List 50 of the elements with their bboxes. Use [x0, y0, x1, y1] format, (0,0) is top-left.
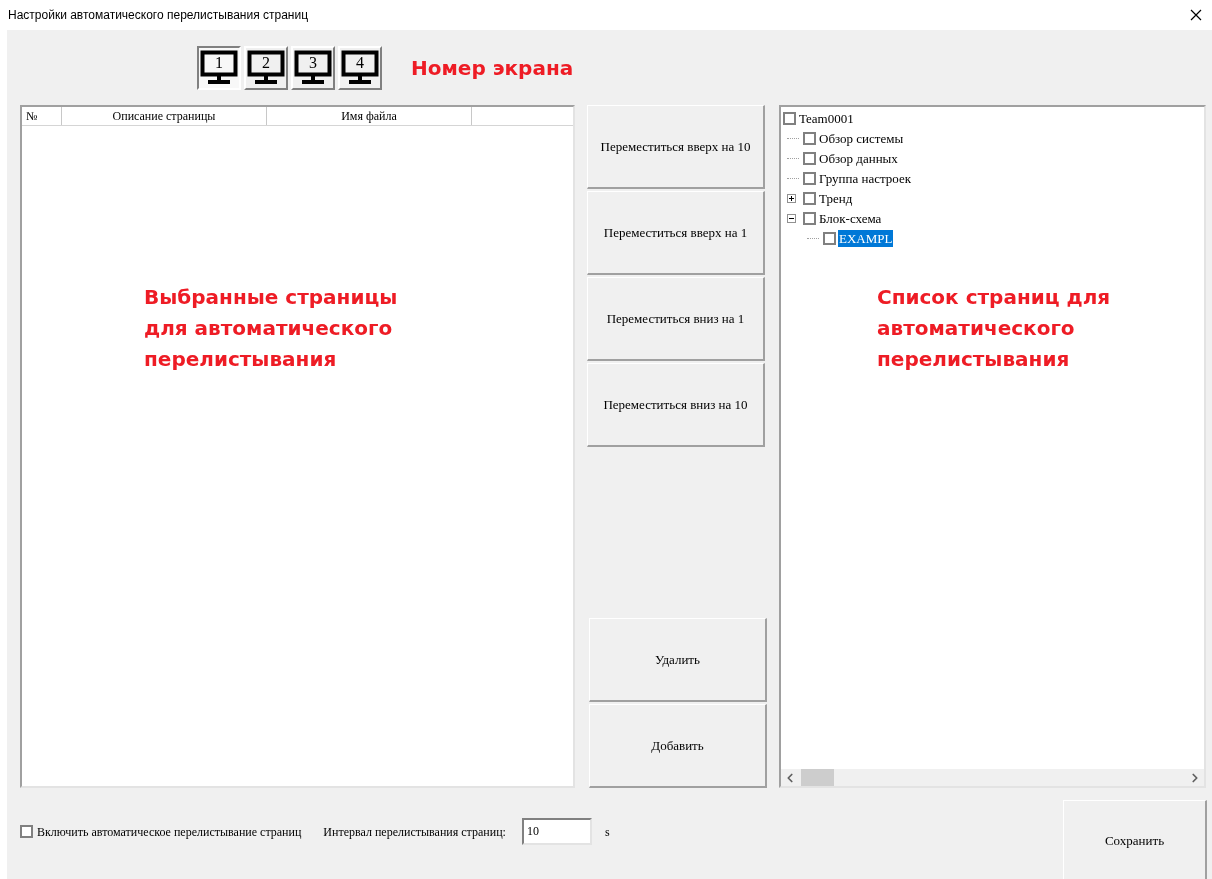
tree-item[interactable]: EXAMPL: [838, 229, 894, 247]
screen-button[interactable]: 4: [338, 45, 382, 90]
checkbox[interactable]: [783, 111, 796, 125]
tree-item[interactable]: Группа настроек: [818, 169, 913, 187]
tree-item[interactable]: Блок-схема: [818, 209, 883, 227]
move-button[interactable]: Переместиться вниз на 10: [587, 363, 765, 447]
move-button[interactable]: Переместиться вниз на 1: [587, 277, 765, 361]
collapse-icon[interactable]: [787, 213, 796, 223]
delete-button[interactable]: Удалить: [589, 618, 767, 702]
interval-field[interactable]: 10: [521, 818, 592, 845]
monitor-icon: [247, 49, 285, 86]
checkbox[interactable]: [20, 825, 33, 838]
monitor-icon: [200, 49, 238, 86]
tree-item[interactable]: Тренд: [818, 189, 854, 207]
annotation-label: Номер экрана: [411, 54, 574, 82]
checkbox[interactable]: [803, 191, 816, 205]
screen-button[interactable]: 2: [244, 45, 288, 90]
column-header[interactable]: №: [22, 107, 62, 125]
tree-item[interactable]: Team0001: [798, 109, 855, 127]
horizontal-scrollbar[interactable]: [781, 769, 1204, 786]
checkbox[interactable]: [803, 131, 816, 145]
expand-icon[interactable]: [787, 193, 796, 203]
tree-item[interactable]: Обзор системы: [818, 129, 905, 147]
scrollbar-thumb[interactable]: [801, 769, 834, 786]
monitor-icon: [341, 49, 379, 86]
screen-button[interactable]: 1: [197, 45, 241, 90]
checkbox-label[interactable]: Включить автоматическое перелистывание страниц: [37, 822, 302, 841]
move-button[interactable]: Переместиться вверх на 1: [587, 191, 765, 275]
checkbox[interactable]: [803, 151, 816, 165]
screen-number: 1: [215, 54, 223, 71]
save-button[interactable]: Сохранить: [1063, 800, 1207, 879]
window-title: Настройки автоматического перелистывания страниц: [8, 7, 309, 24]
column-header[interactable]: Описание страницы: [62, 107, 267, 125]
annotation-label: Список страниц для автоматического перелистывания: [877, 284, 1112, 373]
screen-button[interactable]: 3: [291, 45, 335, 90]
annotation-label: Выбранные страницы для автоматического перелистывания: [144, 284, 399, 373]
unit-label: s: [604, 823, 610, 841]
close-icon[interactable]: [1190, 9, 1202, 21]
screen-number: 3: [309, 54, 317, 71]
add-button[interactable]: Добавить: [589, 704, 767, 788]
monitor-icon: [294, 49, 332, 86]
column-header[interactable]: Имя файла: [267, 107, 472, 125]
checkbox[interactable]: [803, 171, 816, 185]
screen-number: 2: [262, 54, 270, 71]
interval-label: Интервал перелистывания страниц:: [323, 823, 506, 841]
move-button[interactable]: Переместиться вверх на 10: [587, 105, 765, 189]
screen-number: 4: [356, 54, 364, 71]
tree-item[interactable]: Обзор данных: [818, 149, 899, 167]
checkbox[interactable]: [823, 231, 836, 245]
checkbox[interactable]: [803, 211, 816, 225]
